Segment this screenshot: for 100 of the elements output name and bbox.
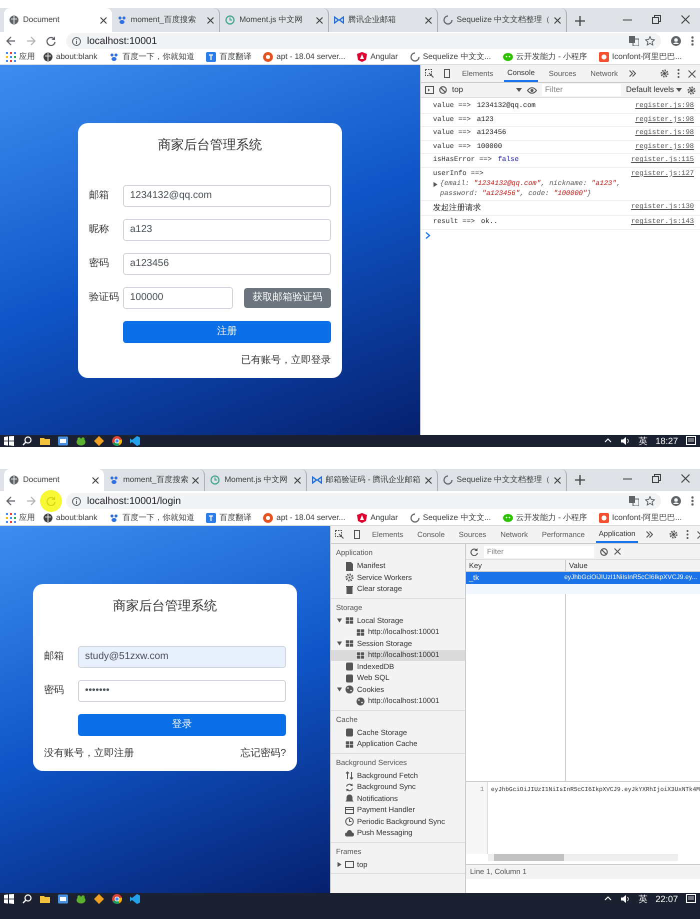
- account-icon[interactable]: [671, 36, 681, 46]
- code-editor-icon[interactable]: [130, 894, 140, 904]
- close-icon[interactable]: [192, 476, 200, 484]
- search-icon[interactable]: [22, 436, 32, 446]
- browser-tab[interactable]: Sequelize 中文文档整理（: [438, 8, 567, 32]
- browser-tab[interactable]: Document: [4, 469, 104, 491]
- bookmark-item[interactable]: Sequelize 中文文...: [410, 512, 491, 524]
- chevron-right-icon[interactable]: [628, 70, 636, 77]
- address-bar[interactable]: localhost:10001/login: [66, 493, 661, 509]
- close-icon[interactable]: [100, 16, 107, 24]
- restore-icon[interactable]: [652, 15, 661, 24]
- text-link[interactable]: 没有账号，立即注册: [44, 746, 134, 760]
- bookmark-item[interactable]: apt - 18.04 server...: [263, 512, 346, 524]
- horizontal-scrollbar[interactable]: [488, 854, 678, 861]
- get-code-button[interactable]: 获取邮箱验证码: [244, 288, 331, 308]
- submit-button[interactable]: 登录: [78, 714, 286, 736]
- device-icon[interactable]: [442, 69, 451, 78]
- bookmark-item[interactable]: 云开发能力 - 小程序: [502, 512, 588, 524]
- submit-button[interactable]: 注册: [123, 320, 331, 342]
- frog-icon[interactable]: [76, 894, 86, 904]
- more-vertical-icon[interactable]: [691, 496, 694, 506]
- bookmark-item[interactable]: Angular: [357, 512, 398, 524]
- input-field[interactable]: 100000: [123, 286, 233, 308]
- star-icon[interactable]: [645, 496, 655, 506]
- translate-icon[interactable]: [629, 496, 639, 506]
- bookmark-item[interactable]: 云开发能力 - 小程序: [502, 51, 588, 63]
- speaker-icon[interactable]: [620, 894, 630, 904]
- sidebar-toggle-icon[interactable]: [425, 86, 434, 94]
- more-vertical-icon[interactable]: [691, 36, 694, 46]
- windows-start-icon[interactable]: [4, 894, 14, 904]
- search-icon[interactable]: [22, 894, 32, 904]
- bookmark-item[interactable]: about:blank: [43, 512, 98, 524]
- clear-icon[interactable]: [600, 548, 608, 556]
- notification-icon[interactable]: [686, 894, 696, 904]
- browser-tab[interactable]: 邮箱验证码 - 腾讯企业邮箱: [306, 469, 438, 491]
- expand-triangle-icon[interactable]: [433, 182, 438, 187]
- prompt-icon[interactable]: [425, 232, 431, 238]
- clear-console-icon[interactable]: [439, 86, 447, 94]
- levels-dropdown[interactable]: Default levels: [626, 84, 682, 96]
- input-method-indicator[interactable]: 英: [638, 435, 648, 447]
- code-editor-icon[interactable]: [130, 436, 140, 446]
- clock-time[interactable]: 22:07: [655, 893, 678, 905]
- bookmark-item[interactable]: Iconfont-阿里巴巴...: [599, 51, 682, 63]
- restore-icon[interactable]: [652, 474, 662, 483]
- reload-icon[interactable]: [46, 36, 56, 46]
- bookmark-item[interactable]: Angular: [357, 51, 398, 63]
- inspect-icon[interactable]: [425, 69, 434, 78]
- app-window-icon[interactable]: [58, 436, 68, 446]
- bookmark-item[interactable]: about:blank: [43, 51, 98, 63]
- bookmark-item[interactable]: 百度翻译: [206, 512, 252, 524]
- bookmark-item[interactable]: Iconfont-阿里巴巴...: [599, 512, 682, 524]
- settings-icon[interactable]: [669, 530, 678, 539]
- close-icon[interactable]: [424, 16, 432, 24]
- text-link[interactable]: 忘记密码?: [240, 746, 286, 760]
- close-icon[interactable]: [681, 474, 690, 483]
- bookmark-item[interactable]: 百度一下，你就知道: [109, 51, 194, 63]
- input-field[interactable]: a123456: [123, 252, 331, 274]
- input-field[interactable]: 1234132@qq.com: [123, 184, 331, 206]
- eye-icon[interactable]: [527, 86, 537, 94]
- close-icon[interactable]: [424, 476, 432, 484]
- close-icon[interactable]: [680, 15, 690, 24]
- chrome-icon[interactable]: [112, 436, 122, 446]
- translate-icon[interactable]: [629, 36, 639, 46]
- chrome-icon[interactable]: [112, 894, 122, 904]
- back-arrow-icon[interactable]: [6, 496, 16, 506]
- bookmark-item[interactable]: apt - 18.04 server...: [263, 51, 346, 63]
- close-icon[interactable]: [316, 16, 323, 24]
- filter-field[interactable]: Filter: [542, 84, 621, 96]
- input-field[interactable]: study@51zxw.com: [78, 646, 286, 668]
- close-icon[interactable]: [92, 476, 100, 484]
- frog-icon[interactable]: [76, 436, 86, 446]
- plus-icon[interactable]: [575, 475, 586, 485]
- account-icon[interactable]: [671, 496, 681, 506]
- browser-tab[interactable]: Document: [4, 8, 112, 32]
- close-icon[interactable]: [614, 548, 621, 555]
- app-window-icon[interactable]: [58, 894, 68, 904]
- close-icon[interactable]: [688, 70, 696, 78]
- bookmark-item[interactable]: 应用: [6, 512, 35, 524]
- input-field[interactable]: •••••••: [78, 680, 286, 702]
- close-icon[interactable]: [207, 16, 214, 24]
- speaker-icon[interactable]: [620, 436, 630, 446]
- address-bar[interactable]: localhost:10001: [66, 33, 661, 49]
- back-arrow-icon[interactable]: [6, 36, 16, 46]
- settings-icon[interactable]: [660, 69, 669, 78]
- bookmark-item[interactable]: 百度一下，你就知道: [109, 512, 194, 524]
- input-method-indicator[interactable]: 英: [638, 893, 648, 905]
- input-field[interactable]: a123: [123, 218, 331, 240]
- text-link[interactable]: 已有账号，立即登录: [241, 352, 331, 368]
- more-vertical-icon[interactable]: [677, 69, 680, 78]
- device-icon[interactable]: [352, 530, 361, 539]
- chevron-right-icon[interactable]: [646, 531, 654, 538]
- settings-icon[interactable]: [687, 86, 696, 94]
- browser-tab[interactable]: Sequelize 中文文档整理（: [438, 469, 568, 491]
- inspect-icon[interactable]: [335, 530, 344, 539]
- windows-start-icon[interactable]: [4, 436, 14, 446]
- close-icon[interactable]: [554, 16, 561, 24]
- browser-tab[interactable]: moment_百度搜索: [112, 8, 220, 32]
- more-vertical-icon[interactable]: [686, 530, 690, 539]
- plus-icon[interactable]: [574, 16, 585, 26]
- star-icon[interactable]: [645, 36, 655, 46]
